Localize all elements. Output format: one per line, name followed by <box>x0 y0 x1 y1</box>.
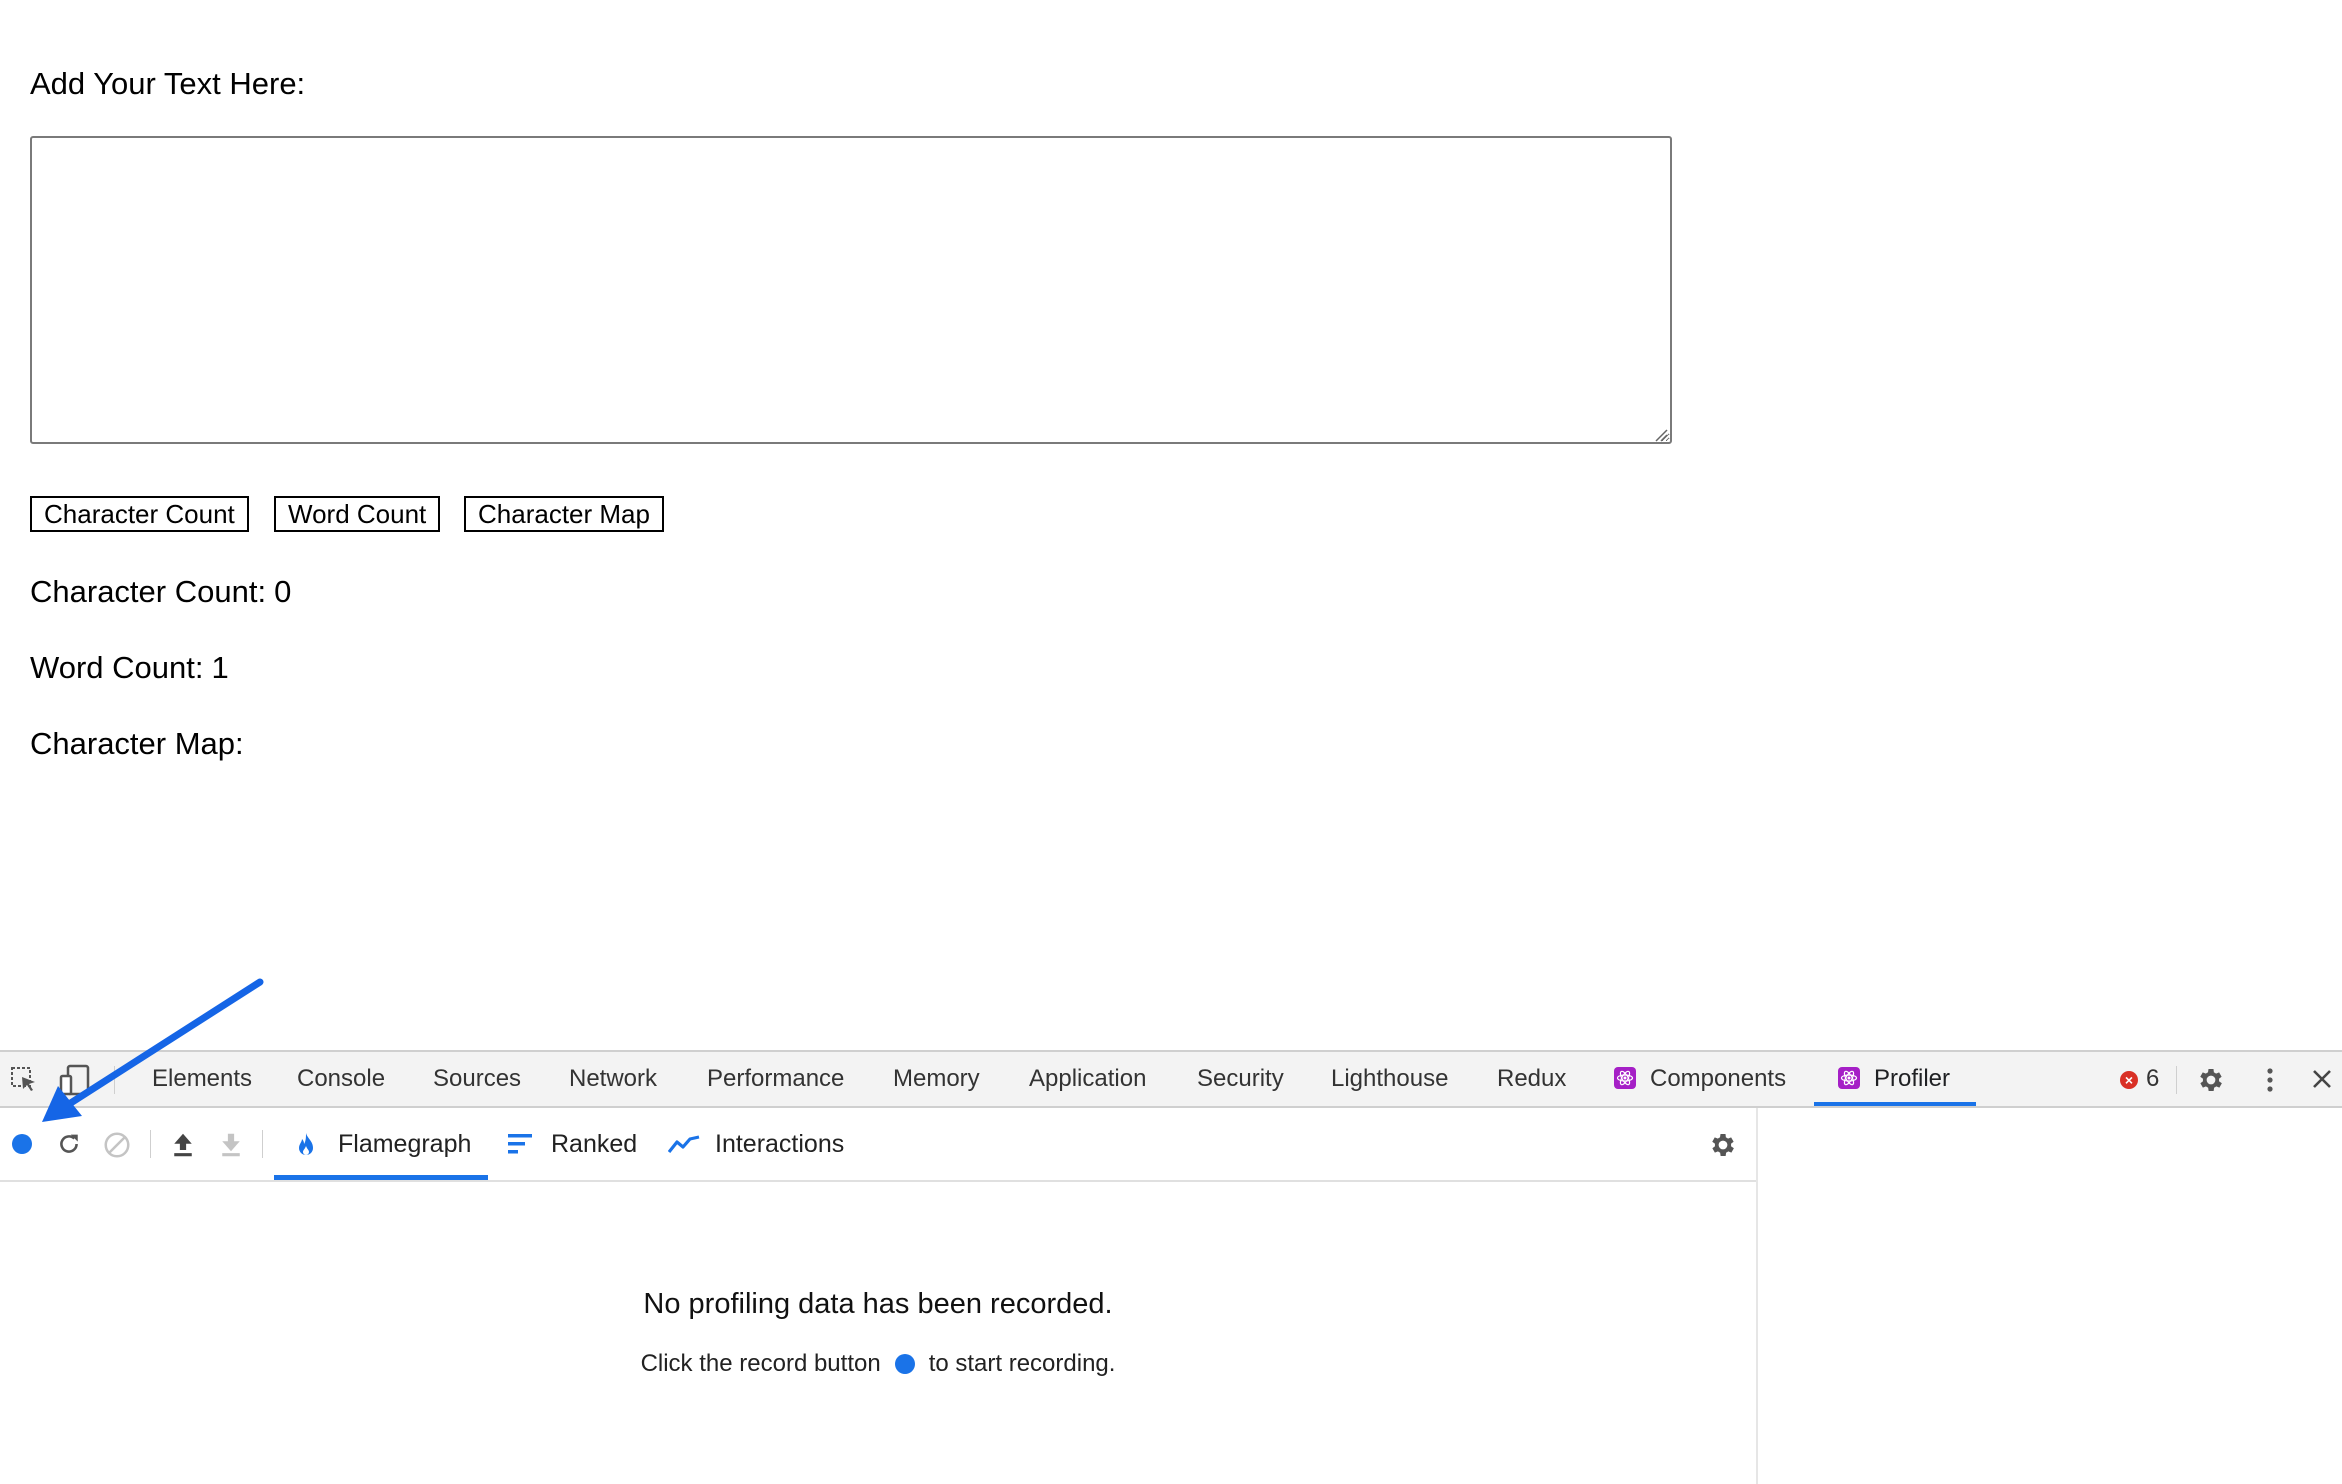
empty-hint-after: to start recording. <box>928 1350 1116 1377</box>
load-profile-icon[interactable] <box>168 1130 198 1160</box>
tab-security[interactable]: Security <box>1197 1052 1284 1106</box>
tab-ranked-label: Ranked <box>551 1130 638 1158</box>
text-input-area[interactable] <box>30 136 1672 444</box>
character-map-result: Character Map: <box>30 726 244 762</box>
flame-icon <box>299 1133 313 1155</box>
tab-memory[interactable]: Memory <box>893 1052 980 1106</box>
tab-components-label: Components <box>1650 1065 1787 1092</box>
record-icon[interactable] <box>10 1132 34 1156</box>
character-count-value: 0 <box>274 574 292 609</box>
empty-state-title: No profiling data has been recorded. <box>643 1288 1113 1320</box>
word-count-button[interactable]: Word Count <box>274 496 441 532</box>
tab-elements[interactable]: Elements <box>152 1052 252 1106</box>
toolbar-separator <box>150 1130 151 1158</box>
tab-flamegraph-label: Flamegraph <box>338 1130 472 1158</box>
close-devtools-icon[interactable] <box>2310 1067 2334 1091</box>
text-tool-app: Add Your Text Here: Character Count Word… <box>0 0 2342 1050</box>
more-options-icon[interactable] <box>2258 1065 2282 1095</box>
tab-network[interactable]: Network <box>569 1052 657 1106</box>
empty-hint-before: Click the record button <box>640 1350 881 1377</box>
word-count-result: Word Count: 1 <box>30 650 229 686</box>
character-count-result: Character Count: 0 <box>30 574 291 610</box>
text-input-label: Add Your Text Here: <box>30 66 306 101</box>
tabbar-separator <box>2176 1066 2177 1094</box>
settings-gear-icon[interactable] <box>2196 1065 2226 1095</box>
devtools-tab-bar: Elements Console Sources Network Perform… <box>0 1052 2342 1108</box>
error-count: 6 <box>2146 1065 2160 1092</box>
inspect-element-icon[interactable] <box>10 1066 38 1094</box>
tab-lighthouse[interactable]: Lighthouse <box>1331 1052 1448 1106</box>
interactions-chart-icon <box>668 1135 700 1153</box>
tabbar-separator <box>114 1066 115 1094</box>
tab-sources[interactable]: Sources <box>433 1052 521 1106</box>
save-profile-icon[interactable] <box>216 1130 246 1160</box>
record-dot-icon <box>894 1354 915 1374</box>
device-toggle-icon[interactable] <box>58 1064 92 1096</box>
tab-flamegraph[interactable]: Flamegraph <box>274 1108 488 1180</box>
profiler-sidebar-divider <box>1756 1108 1758 1484</box>
tab-profiler[interactable]: Profiler <box>1814 1052 1977 1106</box>
ranked-bars-icon <box>508 1134 532 1154</box>
react-logo-icon <box>1838 1067 1860 1089</box>
tab-performance[interactable]: Performance <box>707 1052 844 1106</box>
character-map-button[interactable]: Character Map <box>464 496 664 532</box>
clear-profiling-icon[interactable] <box>102 1130 132 1160</box>
character-map-label: Character Map: <box>30 726 244 761</box>
error-indicator[interactable]: × 6 <box>2120 1052 2159 1106</box>
character-count-label: Character Count: <box>30 574 267 609</box>
tab-redux[interactable]: Redux <box>1497 1052 1566 1106</box>
tab-application[interactable]: Application <box>1029 1052 1146 1106</box>
tab-interactions-label: Interactions <box>715 1130 845 1158</box>
error-icon: × <box>2120 1071 2138 1089</box>
tab-interactions[interactable]: Interactions <box>668 1108 844 1180</box>
resize-grip-icon[interactable] <box>1652 426 1668 442</box>
tab-components[interactable]: Components <box>1614 1052 1786 1106</box>
react-logo-icon <box>1614 1067 1636 1089</box>
devtools-panel: Elements Console Sources Network Perform… <box>0 1050 2342 1484</box>
toolbar-separator <box>262 1130 263 1158</box>
tab-console[interactable]: Console <box>297 1052 385 1106</box>
word-count-label: Word Count: <box>30 650 204 685</box>
reload-and-profile-icon[interactable] <box>55 1130 83 1158</box>
empty-state-hint: Click the record button to start recordin… <box>0 1350 1756 1378</box>
profiler-toolbar: Flamegraph Ranked Interactions <box>0 1108 1756 1182</box>
tab-profiler-label: Profiler <box>1874 1065 1951 1092</box>
word-count-value: 1 <box>211 650 229 685</box>
tab-ranked[interactable]: Ranked <box>506 1108 637 1180</box>
profiler-settings-gear-icon[interactable] <box>1708 1130 1738 1160</box>
character-count-button[interactable]: Character Count <box>30 496 249 532</box>
